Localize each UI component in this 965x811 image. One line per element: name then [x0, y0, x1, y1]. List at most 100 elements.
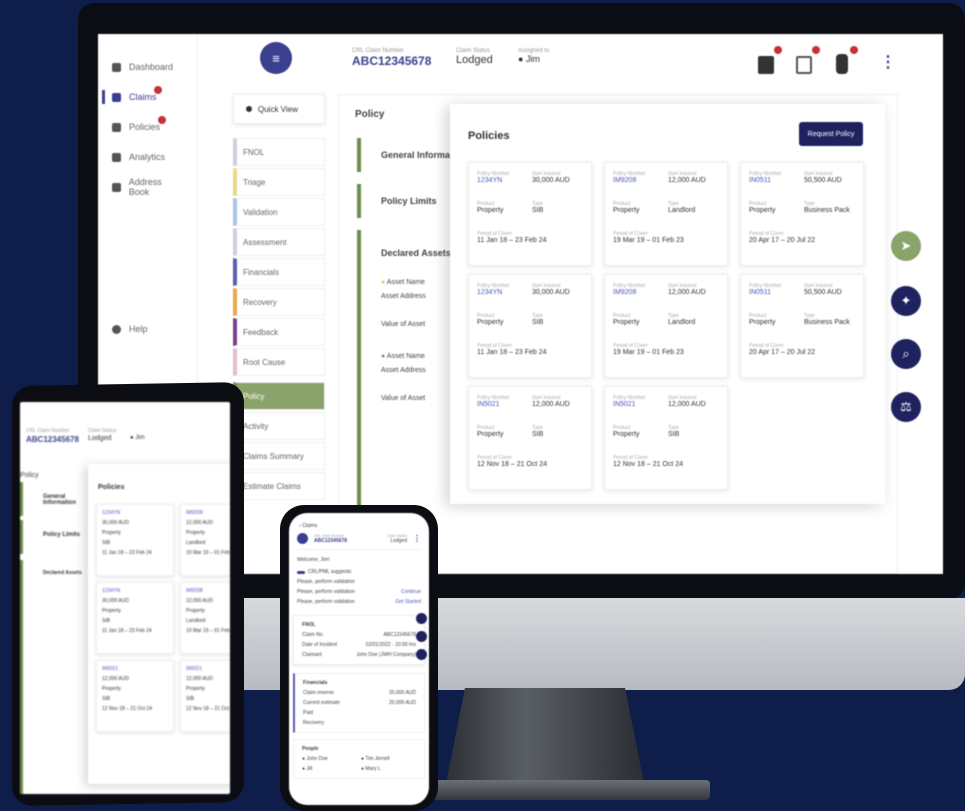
notification-badge [154, 86, 162, 94]
sidebar-item-dashboard[interactable]: Dashboard [98, 52, 197, 82]
policy-card[interactable]: Policy Number IM9208 Sum Insured 12,000 AUD… [604, 162, 728, 266]
scale-icon[interactable] [416, 649, 427, 660]
step-policy[interactable]: Policy [233, 382, 325, 410]
messages-icon[interactable] [796, 56, 812, 74]
policy-card[interactable]: Policy Number IN5021 Sum Insured 12,000 AUD… [604, 386, 728, 490]
claim-number[interactable]: ABC12345678 [352, 54, 431, 68]
avatar: ● [361, 756, 365, 762]
policy-card[interactable]: IM9208 12,000 AUD Property Landlord 19 Mar 1… [180, 504, 230, 576]
dashboard-icon [112, 62, 121, 72]
avatar: ● [302, 766, 306, 772]
policy-card[interactable]: 1234YN 30,000 AUD Property SIB 11 Jan 18 – 2… [96, 504, 174, 576]
policies-modal: Policies 1234YN 30,000 AUD Property SIB 11 J… [88, 464, 230, 784]
search-doc-icon[interactable]: ⌕ [891, 339, 921, 369]
sidebar-item-policies[interactable]: Policies [98, 112, 197, 142]
policy-card[interactable]: IM9208 12,000 AUD Property Landlord 19 Mar 1… [180, 582, 230, 654]
policy-card[interactable]: Policy Number IN0511 Sum Insured 50,500 AUD… [740, 162, 864, 266]
assigned-to[interactable]: ● Jim [130, 435, 145, 441]
policies-modal: Policies Request Policy Policy Number 123… [450, 104, 885, 504]
policy-card[interactable]: Policy Number 1234YN Sum Insured 30,000 AUD… [468, 274, 592, 378]
policy-card[interactable]: Policy Number IN5021 Sum Insured 12,000 AUD… [468, 386, 592, 490]
policy-card[interactable]: IN5021 12,000 AUD Property SIB 12 Nov 18 – 2… [180, 660, 230, 732]
address-book-icon [112, 182, 121, 192]
claim-menu-icon[interactable]: ≡ [260, 42, 292, 74]
eye-icon [246, 106, 252, 112]
documents-icon[interactable] [758, 56, 774, 74]
more-menu-icon[interactable]: ⋮ [880, 52, 896, 72]
phone-screen: ‹ Claims CRL Claim Number ABC12345678 Cla… [289, 513, 429, 805]
task-row[interactable]: Please, perform validation Continue [289, 587, 429, 597]
sidebar-item-claims[interactable]: Claims [98, 82, 197, 112]
lightbulb-icon[interactable] [416, 613, 427, 624]
step-claims-summary[interactable]: Claims Summary [233, 442, 325, 470]
policies-icon [112, 122, 121, 132]
claim-menu-icon[interactable] [297, 533, 308, 544]
section-policy-limits[interactable]: Policy Limits [20, 520, 90, 554]
welcome-text: Welcome, Jim! [297, 557, 330, 563]
people-list: ● John Doe ● Tim Jernell ● Jill ● Mary L [294, 754, 424, 774]
person[interactable]: ● Tim Jernell [361, 756, 416, 762]
claim-number[interactable]: ABC12345678 [26, 435, 79, 444]
notification-badge [158, 116, 166, 124]
step-fnol[interactable]: FNOL [233, 138, 325, 166]
toggle-icon [297, 570, 305, 574]
avatar: ● [302, 756, 306, 762]
pin-icon: ● [381, 353, 386, 360]
sidebar-item-help[interactable]: Help [98, 314, 162, 344]
send-icon[interactable]: ➤ [891, 231, 921, 261]
fnol-card[interactable]: FNOL Claim No. ABC12345678 Date of Incide… [293, 615, 425, 665]
people-card[interactable]: People ● John Doe ● Tim Jernell ● Jill ●… [293, 739, 425, 779]
assigned-to[interactable]: ● Jim [518, 54, 549, 64]
analytics-icon [112, 152, 121, 162]
lightbulb-icon[interactable]: ✦ [891, 286, 921, 316]
policy-cards: Policy Number 1234YN Sum Insured 30,000 AUD… [468, 162, 868, 490]
policy-card[interactable]: Policy Number 1234YN Sum Insured 30,000 AUD… [468, 162, 592, 266]
person[interactable]: ● John Doe [302, 756, 357, 762]
pin-icon: ● [381, 279, 386, 286]
monitor-stand [445, 688, 645, 788]
policy-card[interactable]: Policy Number IM9208 Sum Insured 12,000 AUD… [604, 274, 728, 378]
task-row[interactable]: Please, perform validation Get Started [289, 597, 429, 607]
avatar: ● [361, 766, 365, 772]
task-row[interactable]: Please, perform validation [289, 577, 429, 587]
policy-card[interactable]: 1234YN 30,000 AUD Property SIB 11 Jan 18 – 2… [96, 582, 174, 654]
claim-number-block: CRL Claim Number ABC12345678 [352, 48, 432, 68]
claim-status: Lodged [456, 54, 493, 66]
claim-status: Lodged [88, 435, 112, 442]
financials-card[interactable]: Financials Claim reserve 20,000 AUD Curre… [293, 673, 425, 733]
step-assessment[interactable]: Assessment [233, 228, 325, 256]
notification-badge [850, 46, 858, 54]
section-general-information[interactable]: General Information [20, 482, 90, 516]
step-root-cause[interactable]: Root Cause [233, 348, 325, 376]
request-policy-button[interactable]: Request Policy [799, 122, 863, 146]
quick-view-button[interactable]: Quick View [233, 94, 325, 124]
sidebar-item-analytics[interactable]: Analytics [98, 142, 197, 172]
step-estimate-claims[interactable]: Estimate Claims [233, 472, 325, 500]
scale-icon[interactable]: ⚖ [891, 392, 921, 422]
claim-steps-panel: Quick View FNOL Triage Validation Assess… [233, 94, 325, 502]
step-validation[interactable]: Validation [233, 198, 325, 226]
search-doc-icon[interactable] [416, 631, 427, 642]
user-icon[interactable] [836, 54, 848, 74]
step-financials[interactable]: Financials [233, 258, 325, 286]
person[interactable]: ● Jill [302, 766, 357, 772]
suggestion-line: CRL/PML suggests: [289, 567, 429, 577]
policy-card[interactable]: Policy Number IN0511 Sum Insured 50,500 AUD… [740, 274, 864, 378]
person[interactable]: ● Mary L [361, 766, 416, 772]
back-link[interactable]: ‹ Claims [289, 513, 429, 531]
more-menu-icon[interactable]: ⋮ [413, 534, 421, 543]
step-feedback[interactable]: Feedback [233, 318, 325, 346]
step-triage[interactable]: Triage [233, 168, 325, 196]
assigned-to-block: Assigned to ● Jim [518, 48, 550, 64]
sidebar-item-address-book[interactable]: Address Book [98, 172, 197, 202]
policy-card[interactable]: IN5021 12,000 AUD Property SIB 12 Nov 18 – 2… [96, 660, 174, 732]
phone-header: CRL Claim Number ABC12345678 Claim Status… [289, 531, 429, 546]
section-declared-assets: Declared Assets [20, 560, 90, 794]
step-activity[interactable]: Activity [233, 412, 325, 440]
tablet-screen: CRL Claim Number ABC12345678 Claim Statu… [20, 402, 230, 794]
claims-icon [112, 92, 121, 102]
help-icon [112, 324, 121, 334]
modal-title: Policies [468, 130, 510, 142]
step-recovery[interactable]: Recovery [233, 288, 325, 316]
notification-badge [774, 46, 782, 54]
